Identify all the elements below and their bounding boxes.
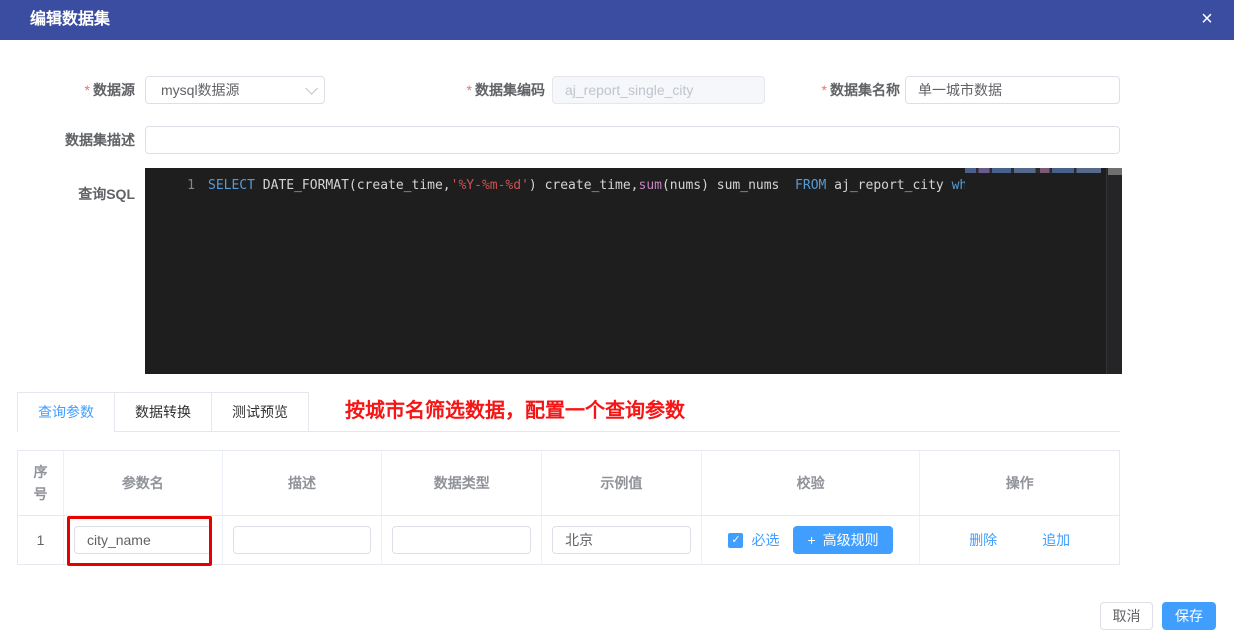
- red-annotation-text: 按城市名筛选数据，配置一个查询参数: [345, 394, 685, 423]
- cancel-button[interactable]: 取消: [1100, 602, 1153, 630]
- required-asterisk: *: [822, 82, 827, 98]
- data-type-input[interactable]: [392, 526, 531, 554]
- dataset-name-input[interactable]: [905, 76, 1120, 104]
- sql-scrollbar-thumb[interactable]: [1108, 168, 1122, 175]
- chevron-down-icon: [305, 82, 318, 95]
- sql-code-line: SELECT DATE_FORMAT(create_time,'%Y-%m-%d…: [208, 176, 965, 195]
- plus-icon: +: [807, 532, 815, 548]
- sql-line-number: 1: [175, 176, 195, 195]
- sql-scrollbar-track[interactable]: [1106, 168, 1122, 374]
- tab-query-params[interactable]: 查询参数: [17, 392, 115, 431]
- column-header-data-type: 数据类型: [382, 451, 542, 515]
- delete-link[interactable]: 删除: [969, 530, 997, 550]
- example-value-input[interactable]: [552, 526, 691, 554]
- table-header-row: 序号 参数名 描述 数据类型 示例值 校验 操作: [18, 451, 1119, 516]
- column-header-actions: 操作: [920, 451, 1119, 515]
- sql-minimap-code: [965, 168, 1101, 173]
- column-header-index: 序号: [18, 451, 64, 515]
- append-link[interactable]: 追加: [1042, 530, 1070, 550]
- required-asterisk: *: [85, 82, 90, 98]
- datasource-label: *数据源: [40, 76, 135, 104]
- tab-data-transform[interactable]: 数据转换: [115, 392, 212, 431]
- column-header-validation: 校验: [702, 451, 921, 515]
- param-name-input[interactable]: [74, 526, 212, 554]
- required-asterisk: *: [467, 82, 472, 98]
- dialog-title: 编辑数据集: [30, 0, 110, 40]
- table-row: 1 ✓ 必选 + 高级规则 删除 追加: [18, 516, 1119, 564]
- close-icon[interactable]: ×: [1192, 0, 1222, 40]
- dataset-name-label: *数据集名称: [785, 76, 900, 104]
- dataset-desc-label: 数据集描述: [40, 126, 135, 154]
- datasource-select[interactable]: mysql数据源: [145, 76, 325, 104]
- required-checkbox-label[interactable]: 必选: [751, 530, 779, 550]
- dialog-header: 编辑数据集 ×: [0, 0, 1234, 40]
- dataset-code-label: *数据集编码: [430, 76, 545, 104]
- dataset-desc-input[interactable]: [145, 126, 1120, 154]
- column-header-description: 描述: [223, 451, 383, 515]
- required-checkbox[interactable]: ✓: [728, 533, 743, 548]
- column-header-example: 示例值: [542, 451, 702, 515]
- dataset-code-input[interactable]: [552, 76, 765, 104]
- tab-test-preview[interactable]: 测试预览: [212, 392, 309, 431]
- datasource-select-value: mysql数据源: [161, 80, 240, 100]
- save-button[interactable]: 保存: [1162, 602, 1216, 630]
- column-header-param-name: 参数名: [64, 451, 223, 515]
- sql-code-editor[interactable]: 1 SELECT DATE_FORMAT(create_time,'%Y-%m-…: [145, 168, 1122, 374]
- query-sql-label: 查询SQL: [40, 180, 135, 208]
- parameter-table: 序号 参数名 描述 数据类型 示例值 校验 操作 1 ✓ 必选 + 高级规则: [17, 450, 1120, 565]
- row-index: 1: [18, 516, 64, 564]
- advanced-rule-button[interactable]: + 高级规则: [793, 526, 892, 554]
- sql-minimap[interactable]: [965, 168, 1106, 374]
- description-input[interactable]: [233, 526, 372, 554]
